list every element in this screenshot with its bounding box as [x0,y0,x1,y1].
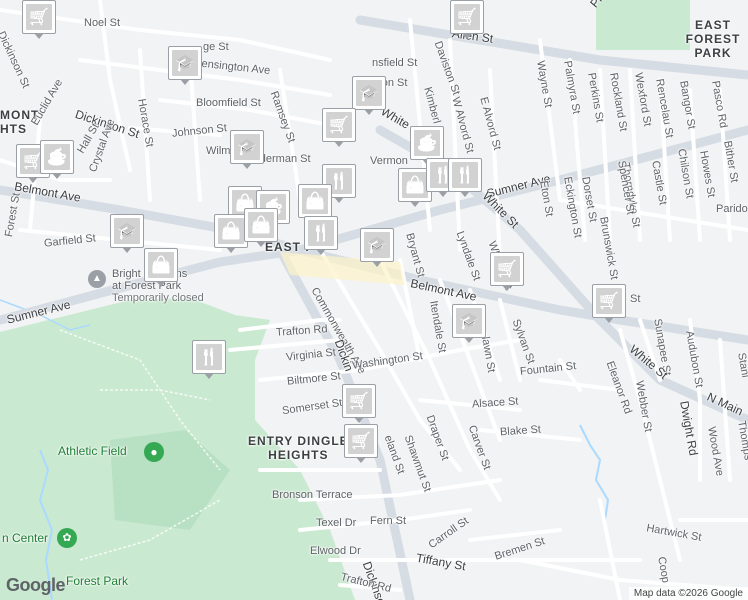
marker-pointer [372,261,382,267]
map-marker[interactable]: 🛒 [450,0,486,42]
map-marker[interactable]: 🛒 [322,108,358,150]
building-icon[interactable]: ▲ [88,270,106,288]
map-marker[interactable]: 🍴 [304,216,340,258]
grocery-cart-icon: 🛒 [348,428,374,454]
street-label: Vermon [370,155,408,167]
shopping-bag-icon: 👜 [248,212,274,238]
grocery-cart-icon: 🛒 [596,288,622,314]
map-marker[interactable]: 🛒 [22,0,58,42]
school-cap-icon: 🎓 [356,80,382,106]
school-cap-icon: 🎓 [234,134,260,160]
street-label: Elwood Dr [310,545,361,557]
marker-pointer [462,33,472,39]
marker-pointer [354,417,364,423]
map-marker[interactable]: ☕ [40,140,76,182]
school-cap-icon: 🎓 [456,308,482,334]
street-label: St [630,293,641,305]
map-attribution[interactable]: Map data ©2026 Google [628,587,748,600]
grocery-cart-icon: 🛒 [454,4,480,30]
marker-pointer [52,173,62,179]
marker-pointer [242,163,252,169]
grocery-cart-icon: 🛒 [26,4,52,30]
marker-pointer [34,33,44,39]
street-label: Fern St [370,515,407,527]
map-marker[interactable]: 🛒 [592,284,628,326]
map-marker[interactable]: 🎓 [360,228,396,270]
school-cap-icon: 🎓 [114,218,140,244]
marker-pointer [204,373,214,379]
street-label: Texel Dr [316,517,357,529]
grocery-cart-icon: 🛒 [346,388,372,414]
poi-athletic-field-label[interactable]: Athletic Field [58,445,127,457]
marker-pointer [334,197,344,203]
shopping-bag-icon: 👜 [218,218,244,244]
map-marker[interactable]: 🛒 [344,424,380,466]
marker-pointer [502,285,512,291]
street-label: Parido [716,203,748,215]
map-marker[interactable]: 🍴 [448,158,484,200]
grocery-cart-icon: 🛒 [494,256,520,282]
marker-pointer [316,249,326,255]
street-label: Bloomfield St [196,97,261,109]
school-cap-icon: 🎓 [364,232,390,258]
map-canvas[interactable]: EAST FOREST PARK MONT HTS ENTRY DINGLE H… [0,0,748,600]
restaurant-icon: 🍴 [308,220,334,246]
restaurant-icon: 🍴 [196,344,222,370]
restaurant-icon: 🍴 [452,162,478,188]
marker-pointer [604,317,614,323]
marker-pointer [460,191,470,197]
marker-pointer [122,247,132,253]
marker-pointer [256,241,266,247]
marker-pointer [356,457,366,463]
map-marker[interactable]: 👜 [144,248,180,290]
coffee-cup-icon: ☕ [44,144,70,170]
coffee-cup-icon: ☕ [414,130,440,156]
map-marker[interactable]: 🛒 [490,252,526,294]
grocery-cart-icon: 🛒 [326,112,352,138]
marker-pointer [156,281,166,287]
marker-pointer [226,247,236,253]
marker-pointer [180,79,190,85]
street-label: nsfield St [372,57,418,69]
street-label: Bronson Terrace [272,489,353,501]
google-logo: Google [6,575,66,595]
street-label: Wilm [206,145,231,157]
poi-nature-center-label[interactable]: n Center [2,532,48,544]
map-marker[interactable]: 🎓 [230,130,266,172]
map-marker[interactable]: 🎓 [452,304,488,346]
place-east-forest-park: EAST FOREST PARK [685,18,741,60]
map-marker[interactable]: 🍴 [192,340,228,382]
marker-pointer [364,109,374,115]
school-cap-icon: 🎓 [172,50,198,76]
map-marker[interactable]: 🎓 [110,214,146,256]
marker-pointer [410,201,420,207]
shopping-bag-icon: 👜 [402,172,428,198]
street-label: Noel St [84,17,121,29]
park-pin-icon[interactable]: ● [144,442,164,462]
street-label: ge St [203,41,229,53]
map-marker[interactable]: 🛒 [342,384,378,426]
poi-forest-park-label[interactable]: Forest Park [66,575,128,587]
map-marker[interactable]: 👜 [244,208,280,250]
marker-pointer [464,337,474,343]
shopping-bag-icon: 👜 [302,188,328,214]
marker-pointer [334,141,344,147]
marker-pointer [28,177,38,183]
place-entry-dingle-heights: ENTRY DINGLE HEIGHTS [248,434,349,462]
map-marker[interactable]: 🎓 [168,46,204,88]
marker-pointer [438,191,448,197]
shopping-bag-icon: 👜 [148,252,174,278]
paw-icon[interactable]: ✿ [57,528,77,548]
